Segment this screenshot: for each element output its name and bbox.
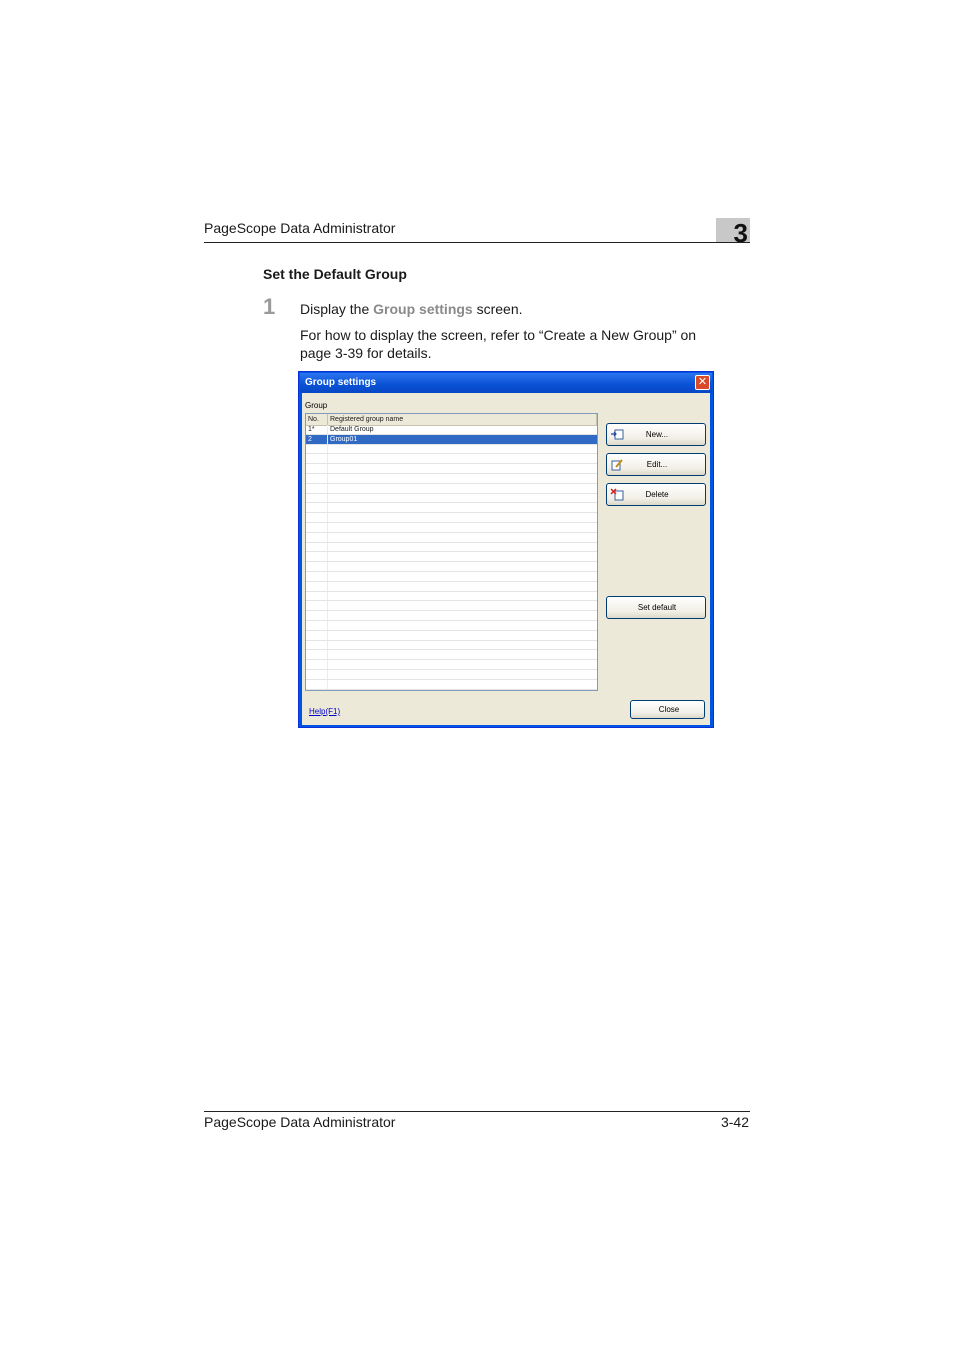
new-button-label: New... — [645, 430, 669, 439]
dialog-title: Group settings — [305, 377, 377, 388]
empty-cell — [306, 572, 328, 581]
empty-cell — [306, 532, 328, 542]
empty-row — [306, 493, 597, 504]
empty-row — [306, 611, 597, 621]
empty-row — [306, 532, 597, 543]
empty-row — [306, 523, 597, 533]
empty-row — [306, 660, 597, 670]
empty-row — [306, 640, 597, 651]
empty-row — [306, 562, 597, 572]
empty-row — [306, 464, 597, 474]
empty-cell — [306, 650, 328, 660]
group-settings-dialog: Group settings ✕ Group No. Registered gr… — [298, 371, 714, 728]
empty-cell — [306, 689, 328, 690]
empty-cell — [306, 601, 328, 611]
empty-row — [306, 483, 597, 494]
row-number: 2 — [306, 434, 328, 444]
step-text-before: Display the — [300, 301, 374, 317]
new-icon — [611, 429, 624, 440]
set-default-button[interactable]: Set default — [606, 596, 706, 619]
empty-cell — [306, 454, 328, 464]
empty-row — [306, 601, 597, 612]
empty-cell — [306, 503, 328, 513]
empty-cell — [306, 542, 328, 552]
empty-row — [306, 513, 597, 523]
empty-cell — [306, 523, 328, 532]
empty-cell — [306, 513, 328, 522]
empty-cell — [306, 621, 328, 630]
empty-cell — [306, 640, 328, 650]
help-link[interactable]: Help(F1) — [309, 707, 340, 716]
column-header-no[interactable]: No. — [306, 414, 328, 425]
empty-row — [306, 650, 597, 661]
empty-row — [306, 454, 597, 465]
empty-row — [306, 689, 597, 690]
empty-cell — [306, 581, 328, 591]
row-group-name: Group01 — [330, 435, 358, 443]
empty-row — [306, 591, 597, 602]
row-number: 1* — [306, 425, 328, 434]
empty-cell — [306, 474, 328, 483]
empty-row — [306, 444, 597, 455]
empty-cell — [306, 464, 328, 473]
table-row[interactable]: 2 Group01 — [306, 434, 597, 445]
step-note: For how to display the screen, refer to … — [300, 327, 697, 361]
empty-cell — [306, 493, 328, 503]
set-default-button-label: Set default — [637, 603, 677, 612]
empty-row — [306, 621, 597, 631]
empty-row — [306, 630, 597, 641]
new-button[interactable]: New... — [606, 423, 706, 446]
empty-row — [306, 679, 597, 690]
empty-cell — [306, 611, 328, 620]
close-button-label: Close — [658, 705, 680, 714]
footer-title: PageScope Data Administrator — [204, 1114, 396, 1130]
empty-row — [306, 552, 597, 563]
empty-row — [306, 542, 597, 553]
dialog-titlebar: Group settings ✕ — [300, 373, 712, 393]
close-button[interactable]: Close — [630, 700, 705, 719]
empty-cell — [306, 552, 328, 562]
step-text: Display the Group settings screen. — [300, 301, 523, 317]
edit-button-label: Edit... — [646, 460, 668, 469]
delete-button[interactable]: Delete — [606, 483, 706, 506]
table-row[interactable]: 1* Default Group — [306, 425, 597, 435]
empty-row — [306, 581, 597, 592]
empty-cell — [306, 483, 328, 493]
column-header-name[interactable]: Registered group name — [328, 414, 597, 425]
empty-cell — [306, 670, 328, 679]
page-number: 3-42 — [720, 1114, 749, 1130]
step-text-after: screen. — [472, 301, 523, 317]
close-icon[interactable]: ✕ — [695, 375, 710, 390]
empty-cell — [306, 679, 328, 689]
empty-row — [306, 474, 597, 484]
delete-button-label: Delete — [645, 490, 669, 499]
empty-cell — [306, 591, 328, 601]
header-rule — [204, 242, 750, 243]
group-list[interactable]: No. Registered group name 1* Default Gro… — [305, 413, 598, 691]
empty-cell — [306, 444, 328, 454]
screen-name-highlight: Group settings — [373, 301, 473, 317]
footer-rule — [204, 1111, 750, 1112]
edit-icon — [611, 459, 623, 471]
delete-icon — [610, 488, 624, 501]
empty-cell — [306, 562, 328, 571]
section-title: Set the Default Group — [263, 266, 407, 282]
empty-row — [306, 670, 597, 680]
empty-cell — [306, 660, 328, 669]
row-group-name: Default Group — [330, 426, 374, 433]
edit-button[interactable]: Edit... — [606, 453, 706, 476]
group-label: Group — [305, 401, 328, 410]
running-header-title: PageScope Data Administrator — [204, 220, 396, 236]
dialog-body: Group No. Registered group name 1* Defau… — [302, 393, 710, 725]
empty-row — [306, 572, 597, 582]
step-number: 1 — [263, 294, 276, 319]
empty-cell — [306, 630, 328, 640]
empty-row — [306, 503, 597, 514]
